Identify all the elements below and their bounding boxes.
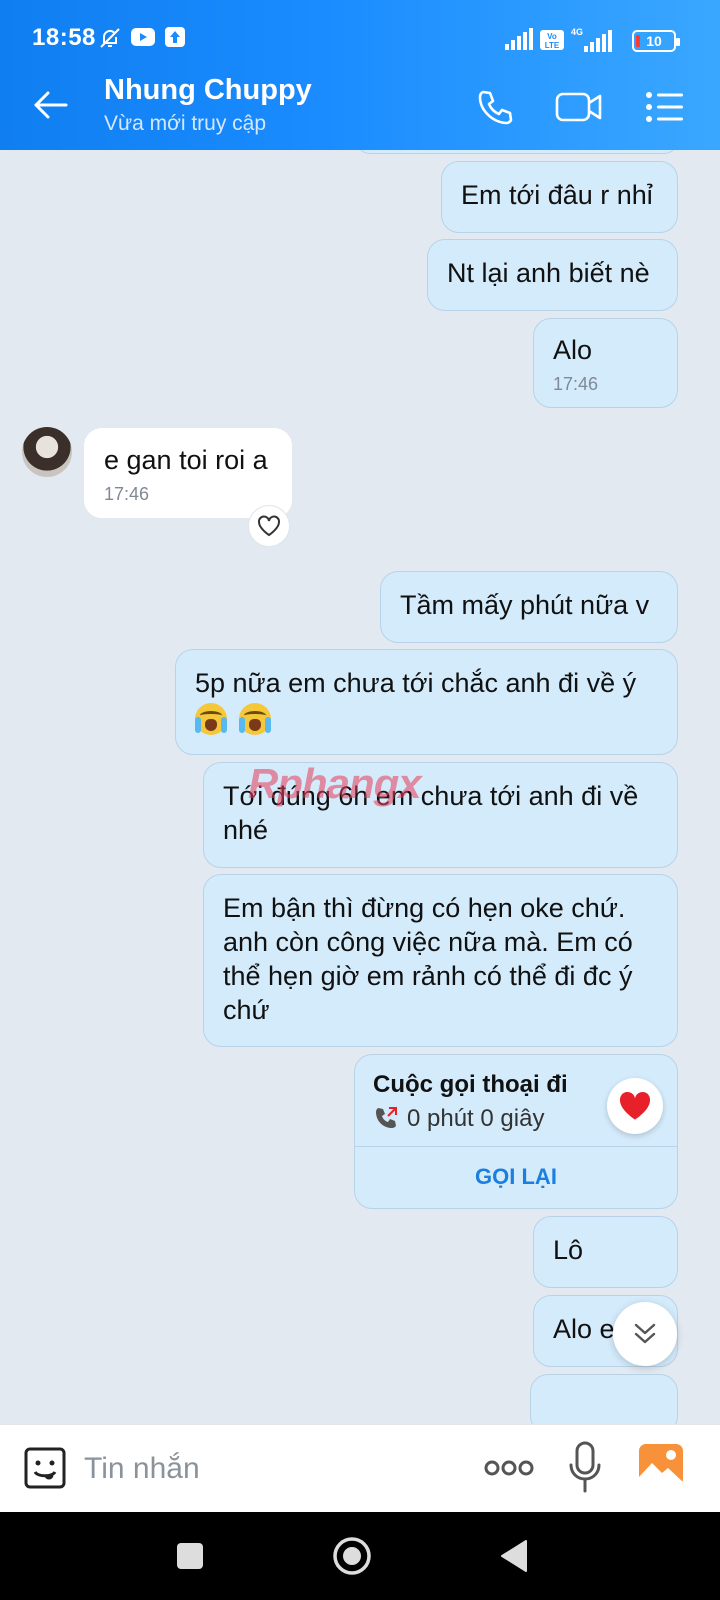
chat-header: Nhung Chuppy Vừa mới truy cập <box>0 62 720 150</box>
heart-reaction-button[interactable] <box>607 1078 663 1134</box>
call-duration: 0 phút 0 giây <box>407 1105 545 1132</box>
react-heart-button[interactable] <box>248 505 290 547</box>
bell-off-icon <box>98 26 122 55</box>
message-bubble[interactable]: 5p nữa em chưa tới chắc anh đi về ý <box>175 649 678 755</box>
upload-icon <box>164 26 186 53</box>
message-text: Tới đúng 6h em chưa tới anh đi về nhé <box>223 781 639 845</box>
call-title: Cuộc gọi thoại đi <box>373 1071 568 1098</box>
message-text: e gan toi roi a <box>104 445 268 475</box>
message-time: 17:46 <box>104 484 150 504</box>
battery-icon: 10 <box>632 30 680 52</box>
message-input-bar <box>0 1424 720 1512</box>
message-bubble-incoming[interactable]: e gan toi roi a 17:46 <box>84 428 292 518</box>
svg-text:Vo: Vo <box>547 32 557 41</box>
recent-apps-button[interactable] <box>168 1534 212 1578</box>
volte-icon: Vo LTE <box>540 30 564 55</box>
crying-face-emoji <box>238 702 271 735</box>
message-input[interactable] <box>84 1447 464 1491</box>
nav-back-button[interactable] <box>492 1534 536 1578</box>
scroll-to-bottom-button[interactable] <box>613 1302 677 1366</box>
contact-avatar[interactable] <box>22 427 72 477</box>
message-text: Lô <box>553 1235 584 1265</box>
system-nav-bar <box>0 1512 720 1600</box>
voice-call-button[interactable] <box>470 82 520 132</box>
battery-low-indicator <box>636 35 640 47</box>
more-dots-icon <box>484 1460 534 1476</box>
battery-level: 10 <box>646 33 662 49</box>
message-bubble-partial[interactable] <box>530 1374 678 1424</box>
message-bubble[interactable]: Tới đúng 6h em chưa tới anh đi về nhé <box>203 762 678 868</box>
back-button[interactable] <box>28 82 74 128</box>
message-bubble[interactable]: Alo 17:46 <box>533 318 678 408</box>
message-text: Em tới đâu r nhỉ <box>461 180 653 210</box>
contact-status: Vừa mới truy cập <box>104 112 267 135</box>
home-button[interactable] <box>330 1534 374 1578</box>
sticker-icon <box>24 1447 66 1489</box>
top-bar: 18:58 Vo LTE 4G 10 Nhung Chuppy Vừa mới t… <box>0 0 720 150</box>
svg-text:LTE: LTE <box>545 41 560 50</box>
sticker-button[interactable] <box>22 1445 68 1496</box>
heart-filled-icon <box>619 1091 651 1120</box>
video-call-button[interactable] <box>553 82 605 132</box>
contact-name[interactable]: Nhung Chuppy <box>104 74 312 107</box>
svg-text:4G: 4G <box>571 27 583 37</box>
message-text: Tầm mấy phút nữa v <box>400 590 650 620</box>
message-text: Alo <box>553 335 593 365</box>
outgoing-call-icon <box>373 1105 399 1136</box>
voice-record-button[interactable] <box>568 1441 602 1500</box>
status-bar: 18:58 Vo LTE 4G 10 <box>0 0 720 62</box>
photo-gallery-button[interactable] <box>638 1443 684 1492</box>
double-chevron-down-icon <box>634 1323 656 1344</box>
message-bubble[interactable]: Nt lại anh biết nè <box>427 239 678 311</box>
message-text: Em bận thì đừng có hẹn oke chứ. anh còn … <box>223 893 633 1025</box>
call-back-button[interactable]: GỌI LẠI <box>355 1146 677 1210</box>
triangle-back-icon <box>501 1540 527 1572</box>
more-options-button[interactable] <box>484 1459 534 1482</box>
4g-signal-icon: 4G <box>570 26 614 57</box>
message-bubble[interactable]: Tầm mấy phút nữa v <box>380 571 678 643</box>
chat-area[interactable]: Em tới đâu r nhỉ Nt lại anh biết nè Alo … <box>0 150 720 1424</box>
message-bubble[interactable]: Em tới đâu r nhỉ <box>441 161 678 233</box>
message-bubble[interactable]: Lô <box>533 1216 678 1288</box>
message-text: Nt lại anh biết nè <box>447 258 650 288</box>
home-circle-icon <box>333 1537 371 1575</box>
heart-outline-icon <box>258 515 280 537</box>
square-icon <box>177 1543 203 1569</box>
signal-icon <box>504 28 536 55</box>
message-text: 5p nữa em chưa tới chắc anh đi về ý <box>195 668 637 698</box>
message-bubble[interactable]: Em bận thì đừng có hẹn oke chứ. anh còn … <box>203 874 678 1047</box>
youtube-icon <box>130 26 156 53</box>
back-arrow-icon <box>34 91 68 119</box>
crying-face-emoji <box>195 702 227 735</box>
video-call-icon <box>555 92 602 122</box>
microphone-icon <box>569 1441 601 1493</box>
message-time: 17:46 <box>553 374 599 394</box>
phone-icon <box>478 90 513 125</box>
message-text: Alo e <box>553 1314 615 1344</box>
message-bubble-partial[interactable] <box>356 150 678 154</box>
menu-button[interactable] <box>640 82 690 132</box>
status-time: 18:58 <box>32 24 96 51</box>
menu-list-icon <box>646 92 683 122</box>
image-icon <box>639 1444 683 1491</box>
